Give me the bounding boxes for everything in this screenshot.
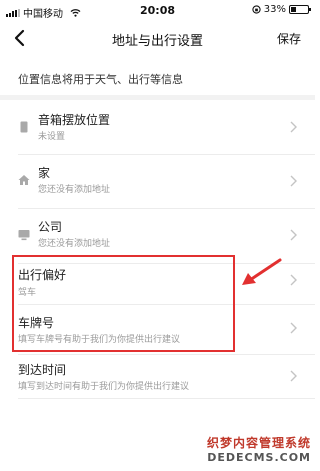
- watermark-logo: 织梦内容管理系统 DEDECMS.COM: [207, 434, 311, 464]
- orientation-lock-icon: [252, 5, 261, 14]
- battery-fill: [291, 7, 297, 12]
- row-speaker-location[interactable]: 音箱摆放位置 未设置: [0, 100, 315, 154]
- speaker-icon: [20, 121, 28, 133]
- page-title: 地址与出行设置: [111, 34, 203, 49]
- row-title: 公司: [38, 220, 63, 234]
- row-subtitle: 未设置: [38, 132, 66, 142]
- row-title: 音箱摆放位置: [38, 113, 111, 127]
- row-title: 家: [38, 166, 51, 180]
- chevron-right-icon: [290, 121, 297, 133]
- row-title: 到达时间: [18, 363, 67, 377]
- row-subtitle: 您还没有添加地址: [38, 239, 111, 249]
- watermark-top: 织梦内容管理系统: [206, 436, 311, 450]
- row-home[interactable]: 家 您还没有添加地址: [0, 155, 315, 209]
- battery-icon: [289, 5, 311, 14]
- battery-percent: 33%: [263, 4, 286, 15]
- row-subtitle: 您还没有添加地址: [38, 185, 111, 195]
- chevron-right-icon: [290, 322, 297, 334]
- annotation-arrow-icon: [242, 258, 282, 285]
- row-subtitle: 填写到达时间有助于我们为你提供出行建议: [18, 382, 190, 392]
- status-bar: 中国移动 20:08 33%: [0, 0, 315, 22]
- home-icon: [18, 175, 30, 185]
- chevron-right-icon: [290, 274, 297, 286]
- office-icon: [18, 230, 30, 241]
- row-arrival-time[interactable]: 到达时间 填写到达时间有助于我们为你提供出行建议: [0, 355, 315, 409]
- nav-bar: 地址与出行设置 保存: [0, 22, 315, 56]
- status-right: 33%: [252, 4, 311, 15]
- highlight-box: [12, 255, 235, 352]
- chevron-right-icon: [290, 370, 297, 382]
- watermark-bottom: DEDECMS.COM: [207, 451, 311, 464]
- chevron-right-icon: [290, 229, 297, 241]
- chevron-right-icon: [290, 175, 297, 187]
- save-button[interactable]: 保存: [277, 30, 301, 47]
- page-note: 位置信息将用于天气、出行等信息: [18, 73, 183, 86]
- divider: [18, 398, 315, 399]
